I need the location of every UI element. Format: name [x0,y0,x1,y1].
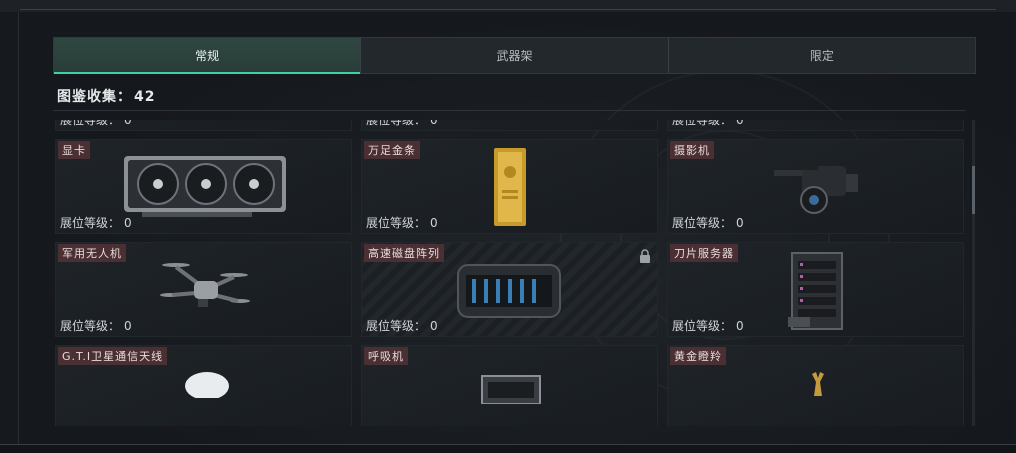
category-tabs: 常规 武器架 限定 [53,37,976,74]
disk-array-icon [457,264,561,318]
item-card-locked[interactable]: 高速磁盘阵列 展位等级： 0 [361,242,658,337]
display-level: 展位等级： 0 [366,216,438,230]
item-name: 刀片服务器 [670,244,738,262]
item-name: 万足金条 [364,141,420,159]
item-name: 高速磁盘阵列 [364,244,444,262]
divider [53,110,966,111]
graphics-card-icon [124,156,286,217]
lock-icon [640,249,650,263]
display-level: 展位等级： 0 [366,319,438,333]
display-level: 展位等级： 0 [672,216,744,230]
item-card[interactable]: 刀片服务器 展位等级： 0 [667,242,964,337]
item-card[interactable]: 呼吸机 [361,345,658,426]
item-card[interactable]: 黄金瞪羚 [667,345,964,426]
drone-icon [160,263,250,307]
display-level: 展位等级： 0 [60,120,132,127]
blade-server-icon [788,252,843,330]
bottom-strip [0,444,1016,453]
item-card[interactable]: 展位等级： 0 [361,120,658,131]
item-card[interactable]: 摄影机 展位等级： 0 [667,139,964,234]
item-card[interactable]: 军用无人机 展位等级： 0 [55,242,352,337]
display-level: 展位等级： 0 [60,216,132,230]
display-level: 展位等级： 0 [366,120,438,127]
item-card[interactable]: 展位等级： 0 [55,120,352,131]
item-card[interactable]: 展位等级： 0 [667,120,964,131]
item-name: 黄金瞪羚 [670,347,726,365]
tab-weapon-rack[interactable]: 武器架 [360,38,667,73]
ventilator-icon [481,375,541,404]
item-name: 呼吸机 [364,347,408,365]
golden-gazelle-icon [812,372,824,396]
item-card[interactable]: 显卡 展位等级： 0 [55,139,352,234]
tab-limited[interactable]: 限定 [667,38,975,73]
item-name: 摄影机 [670,141,714,159]
camera-icon [774,158,858,214]
item-grid: 展位等级： 0 展位等级： 0 展位等级： 0 显卡 展位等级： 0 万足金条 … [55,120,964,426]
tab-regular[interactable]: 常规 [54,38,361,74]
satellite-antenna-icon [185,372,229,398]
item-name: 军用无人机 [58,244,126,262]
item-grid-viewport[interactable]: 展位等级： 0 展位等级： 0 展位等级： 0 显卡 展位等级： 0 万足金条 … [53,120,968,426]
scrollbar-thumb[interactable] [972,166,975,214]
item-name: G.T.I卫星通信天线 [58,347,168,365]
display-level: 展位等级： 0 [672,120,744,127]
item-name: 显卡 [58,141,90,159]
display-level: 展位等级： 0 [672,319,744,333]
top-strip [0,0,1016,12]
gold-bar-icon [494,148,526,226]
item-card[interactable]: 万足金条 展位等级： 0 [361,139,658,234]
item-card[interactable]: G.T.I卫星通信天线 [55,345,352,426]
collection-count: 图鉴收集： 42 [57,89,156,105]
display-level: 展位等级： 0 [60,319,132,333]
